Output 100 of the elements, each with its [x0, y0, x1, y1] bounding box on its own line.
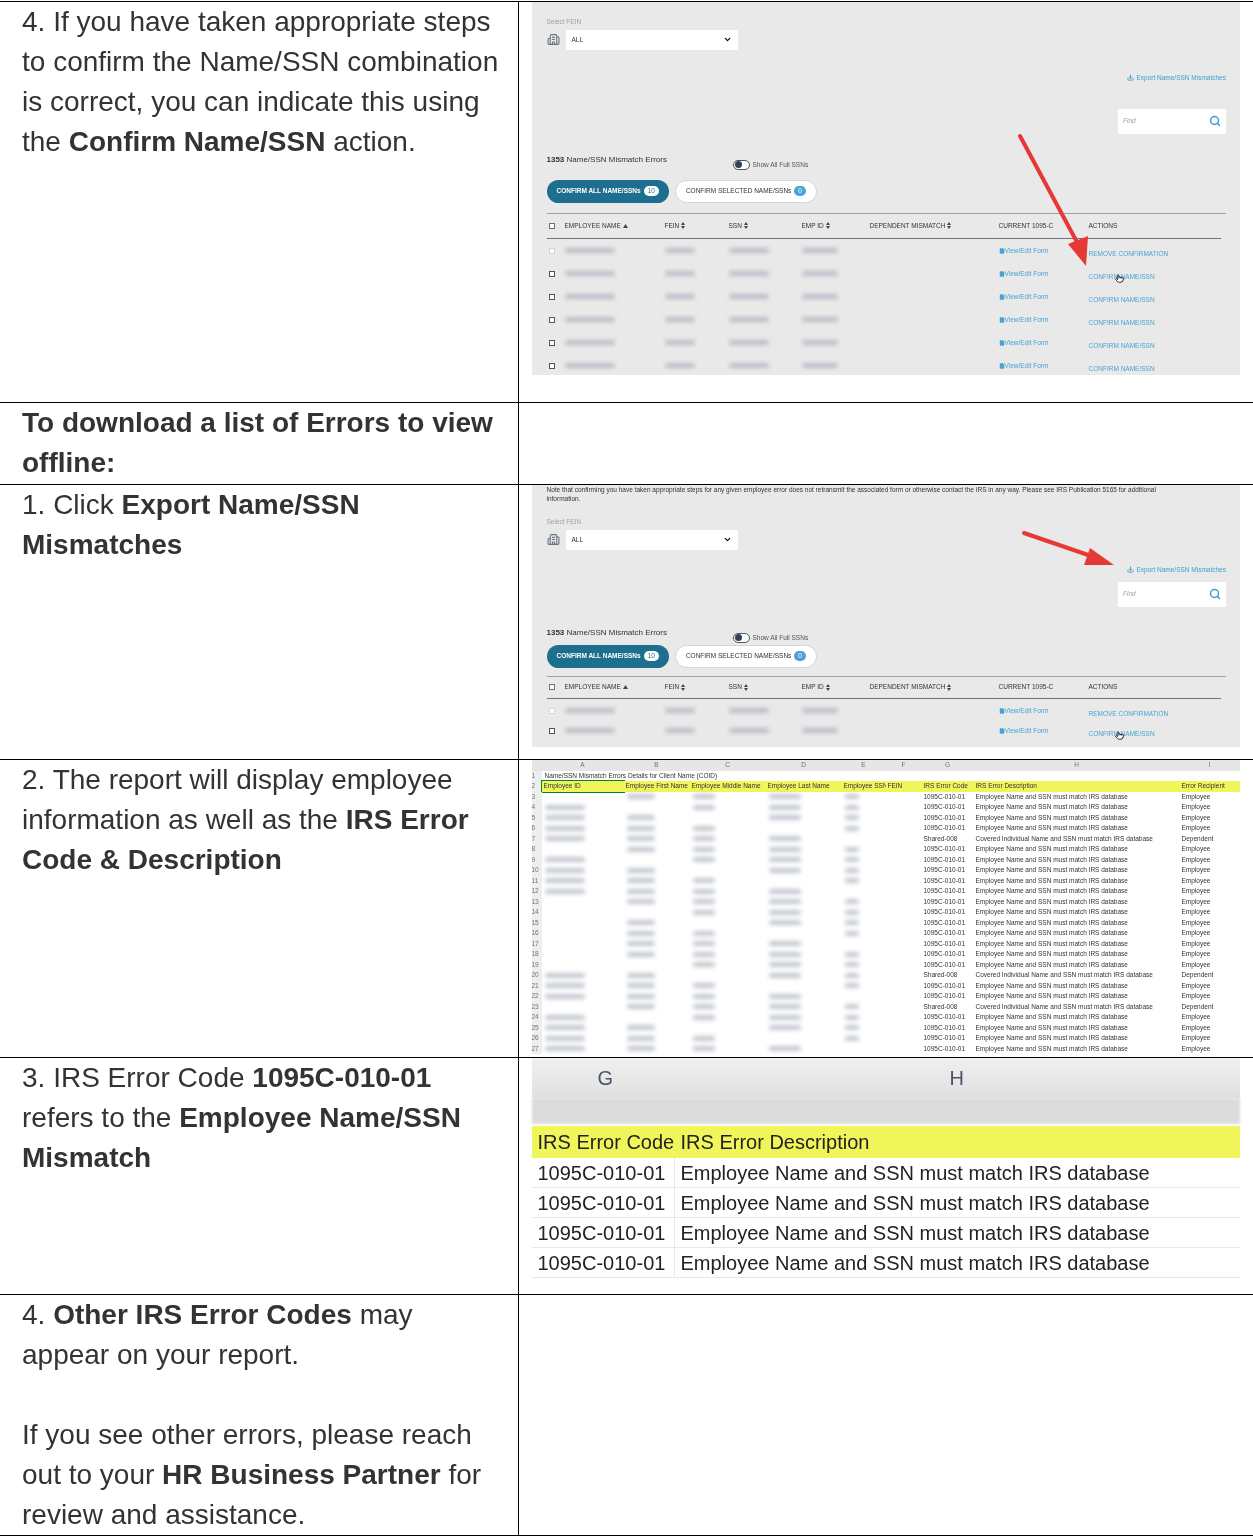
blurred-text [664, 708, 695, 713]
blurred-text [768, 815, 801, 821]
blurred-text [692, 825, 715, 831]
error-count: 1353 Name/SSN Mismatch Errors [546, 626, 668, 639]
blurred-text [544, 983, 585, 989]
document-icon [998, 316, 1005, 323]
blurred-text [544, 836, 585, 842]
blurred-text [544, 804, 585, 810]
column-letter[interactable]: H [674, 1063, 1240, 1093]
blurred-text [544, 878, 585, 884]
checkbox[interactable] [548, 339, 555, 346]
checkbox[interactable] [548, 316, 555, 323]
column-heading: IRS Error Code [536, 1130, 675, 1155]
blurred-text [768, 1014, 801, 1020]
blurred-text [544, 1014, 585, 1020]
blurred-text [544, 993, 585, 999]
blurred-text [768, 794, 801, 800]
step-text: 4. Other IRS Error Codes may appear on your report. [22, 1298, 414, 1372]
blurred-text [801, 271, 838, 276]
column-letter[interactable]: G [531, 1063, 675, 1093]
step-text: If you see other errors, please reach out to your HR Business Partner for review and assistance. [22, 1418, 483, 1532]
step-text: 1. Click Export Name/SSN Mismatches [22, 488, 361, 562]
blurred-text [768, 962, 801, 968]
checkbox[interactable] [548, 293, 555, 300]
checkbox[interactable] [548, 222, 555, 229]
blurred-text [844, 920, 859, 926]
step-text: 2. The report will display employee information as well as the IRS Error Code & Description [22, 763, 470, 877]
blurred-text [844, 899, 859, 905]
blurred-text [626, 951, 655, 957]
blurred-text [544, 825, 585, 831]
blurred-text [728, 363, 769, 368]
document-icon [998, 362, 1005, 369]
blurred-text [768, 909, 801, 915]
blurred-text [692, 899, 715, 905]
checkbox[interactable] [548, 362, 555, 369]
document-icon [998, 339, 1005, 346]
blurred-text [692, 993, 715, 999]
blurred-text [768, 920, 801, 926]
blurred-text [664, 363, 695, 368]
blurred-text [564, 340, 615, 345]
blurred-text [801, 340, 838, 345]
blurred-text [728, 340, 769, 345]
blurred-text [768, 1025, 801, 1031]
blurred-text [728, 294, 769, 299]
toggle-switch[interactable] [732, 632, 750, 643]
blurred-text [768, 993, 801, 999]
blurred-text [664, 340, 695, 345]
blurred-text [844, 1014, 859, 1020]
blurred-text [626, 846, 655, 852]
blurred-text [768, 951, 801, 957]
blurred-text [692, 888, 715, 894]
blurred-text [544, 888, 585, 894]
blurred-text [844, 951, 859, 957]
search-icon [1209, 588, 1221, 600]
blurred-text [728, 708, 769, 713]
table-cell: 1095C-010-01 [531, 1158, 675, 1188]
blurred-text [544, 857, 585, 863]
blurred-text [564, 363, 615, 368]
blurred-text [692, 1004, 715, 1010]
blurred-text [844, 1035, 859, 1041]
blurred-text [664, 248, 695, 253]
table-cell-text: Employee Name and SSN must match IRS database [679, 1161, 1151, 1186]
blurred-text [564, 728, 615, 733]
blurred-text [844, 1025, 859, 1031]
blurred-text [692, 983, 715, 989]
table-cell-text: Employee Name and SSN must match IRS database [679, 1251, 1151, 1276]
blurred-text [564, 248, 615, 253]
step-text: 3. IRS Error Code 1095C-010-01 refers to the Employee Name/SSN Mismatch [22, 1061, 462, 1175]
toggle-switch[interactable] [732, 159, 750, 170]
blurred-text [544, 867, 585, 873]
blurred-text [844, 909, 859, 915]
blurred-text [844, 825, 859, 831]
blurred-text [664, 271, 695, 276]
checkbox[interactable] [548, 270, 555, 277]
checkbox[interactable] [548, 684, 555, 690]
blurred-text [664, 317, 695, 322]
document-icon [998, 270, 1005, 277]
blurred-text [801, 248, 838, 253]
blurred-text [692, 1046, 715, 1052]
blurred-text [844, 804, 859, 810]
blurred-text [844, 867, 859, 873]
blurred-text [692, 941, 715, 947]
error-count: 1353 Name/SSN Mismatch Errors [546, 153, 668, 166]
blurred-text [564, 294, 615, 299]
checkbox[interactable] [548, 727, 555, 734]
blurred-text [626, 878, 655, 884]
download-icon [1127, 74, 1135, 82]
blurred-text [626, 867, 655, 873]
blurred-text [692, 794, 715, 800]
document-icon [998, 247, 1005, 254]
blurred-text [692, 804, 715, 810]
blurred-text [844, 972, 859, 978]
blurred-text [544, 1035, 585, 1041]
blurred-text [626, 930, 655, 936]
search-icon [1209, 115, 1221, 127]
blurred-text [692, 930, 715, 936]
blurred-text [692, 857, 715, 863]
blurred-text [692, 951, 715, 957]
blurred-text [801, 728, 838, 733]
blurred-text [626, 972, 655, 978]
